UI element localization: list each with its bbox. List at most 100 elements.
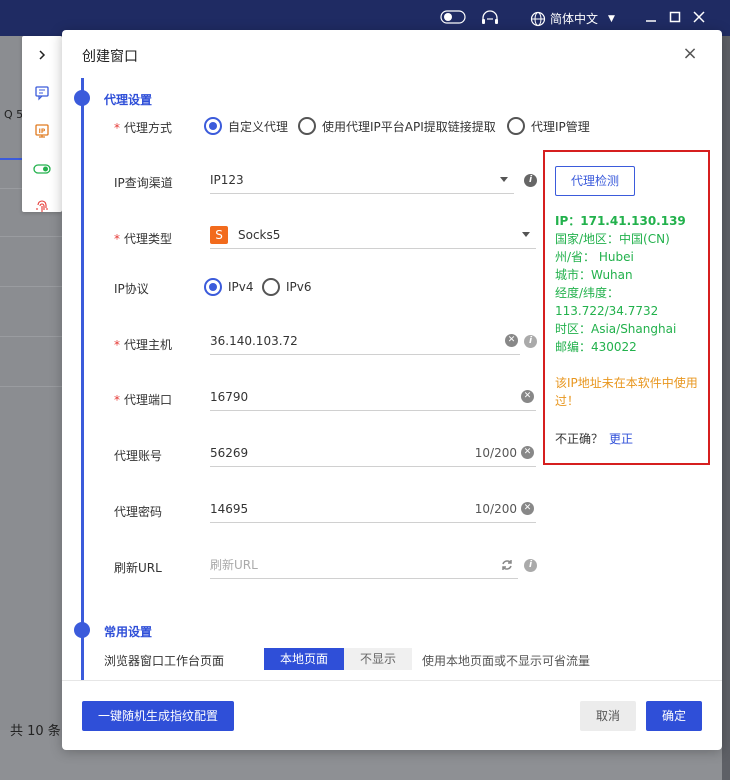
workbench-label: 浏览器窗口工作台页面 — [104, 654, 225, 668]
generate-fingerprint-button[interactable]: 一键随机生成指纹配置 — [82, 701, 234, 731]
fix-prompt: 不正确？ — [555, 432, 604, 446]
proxy-password-label: 代理密码 — [114, 505, 163, 519]
language-selector[interactable]: 简体中文 ▼ — [530, 10, 615, 27]
char-count: 10/200 — [474, 501, 517, 516]
socks-icon: S — [210, 225, 228, 244]
radio-dot — [262, 278, 280, 296]
background-divider — [0, 236, 62, 237]
support-button[interactable] — [480, 10, 500, 28]
proxy-port-input[interactable]: 16790 ✕ — [210, 383, 536, 411]
fix-link[interactable]: 更正 — [609, 432, 633, 446]
ip-tool[interactable]: IP — [22, 112, 62, 150]
ip-icon: IP — [35, 124, 49, 138]
maximize-icon — [669, 11, 681, 23]
section-title-common: 常用设置 — [104, 625, 153, 639]
refresh-url-label: 刷新URL — [114, 561, 162, 575]
proxy-host-label: * 代理主机 — [114, 338, 173, 352]
proxy-mode-label: * 代理方式 — [114, 121, 173, 135]
proxy-password-value: 14695 — [210, 501, 249, 516]
ip-protocol-label: IP协议 — [114, 282, 149, 296]
svg-text:IP: IP — [39, 128, 46, 135]
section-timeline — [81, 78, 84, 680]
detect-result: IP：171.41.130.139 国家/地区：中国(CN) 州/省： Hube… — [555, 212, 705, 356]
proxy-type-label: * 代理类型 — [114, 232, 173, 246]
radio-dot — [204, 117, 222, 135]
minimize-icon — [646, 20, 656, 22]
toggle-icon — [33, 164, 51, 174]
background-divider — [0, 286, 62, 287]
detect-warning: 该IP地址未在本软件中使用过！ — [555, 376, 698, 408]
detect-timezone: 时区：Asia/Shanghai — [555, 322, 677, 336]
modal-body: 代理设置 * 代理方式 自定义代理 使用代理IP平台API提取链接提取 代理IP管… — [62, 78, 722, 680]
radio-ipv6[interactable]: IPv6 — [262, 278, 312, 296]
radio-custom-proxy[interactable]: 自定义代理 — [204, 117, 288, 135]
detect-latlng-value: 113.722/34.7732 — [555, 304, 659, 318]
workbench-segmented: 本地页面 不显示 — [264, 648, 413, 670]
create-window-modal: 创建窗口 × 代理设置 * 代理方式 自定义代理 使用代理IP平台API提取链接提… — [62, 30, 722, 750]
modal-footer: 一键随机生成指纹配置 取消 确定 — [62, 680, 722, 750]
detect-latlng-label: 经度/纬度： — [555, 286, 620, 300]
comment-tool[interactable] — [22, 74, 62, 112]
collapse-button[interactable] — [22, 36, 62, 74]
proxy-detect-button[interactable]: 代理检测 — [555, 166, 635, 196]
proxy-host-input[interactable]: 36.140.103.72 ✕ — [210, 327, 520, 355]
window-close-button[interactable] — [692, 11, 706, 25]
ip-channel-label: IP查询渠道 — [114, 176, 173, 190]
toggle-tool[interactable] — [22, 150, 62, 188]
detect-postcode: 邮编：430022 — [555, 340, 637, 354]
timeline-dot — [74, 90, 90, 106]
background-total: 共 10 条 — [10, 724, 61, 739]
proxy-port-label: * 代理端口 — [114, 393, 173, 407]
proxy-type-select[interactable]: S Socks5 — [210, 221, 536, 249]
close-button[interactable]: × — [680, 44, 700, 64]
seg-hide[interactable]: 不显示 — [344, 648, 413, 670]
comment-icon — [35, 86, 49, 101]
maximize-button[interactable] — [668, 11, 682, 25]
headset-icon — [482, 10, 498, 24]
radio-label: 自定义代理 — [228, 119, 289, 134]
char-count: 10/200 — [474, 445, 517, 460]
clear-icon[interactable]: ✕ — [521, 502, 534, 515]
theme-toggle[interactable] — [440, 10, 466, 24]
workbench-hint: 使用本地页面或不显示可省流量 — [422, 654, 591, 668]
clear-icon[interactable]: ✕ — [521, 446, 534, 459]
radio-ipv4[interactable]: IPv4 — [204, 278, 254, 296]
proxy-port-value: 16790 — [210, 389, 249, 404]
refresh-url-placeholder: 刷新URL — [210, 558, 258, 572]
proxy-account-input[interactable]: 56269 10/200 ✕ — [210, 439, 536, 467]
background-divider — [0, 336, 62, 337]
radio-label: 代理IP管理 — [531, 119, 590, 134]
cancel-button[interactable]: 取消 — [580, 701, 636, 731]
info-icon[interactable]: i — [524, 174, 537, 187]
close-icon: × — [682, 43, 698, 64]
confirm-button[interactable]: 确定 — [646, 701, 702, 731]
detect-country: 国家/地区：中国(CN) — [555, 232, 670, 246]
radio-label: 使用代理IP平台API提取链接提取 — [322, 119, 496, 134]
radio-api-extract[interactable]: 使用代理IP平台API提取链接提取 — [298, 117, 496, 135]
theme-toggle-icon — [440, 10, 466, 24]
radio-dot — [298, 117, 316, 135]
proxy-password-input[interactable]: 14695 10/200 ✕ — [210, 495, 536, 523]
seg-local-page[interactable]: 本地页面 — [264, 648, 345, 670]
proxy-type-value: Socks5 — [238, 227, 281, 242]
radio-proxy-ip-manage[interactable]: 代理IP管理 — [507, 117, 590, 135]
background-scrollbar — [722, 36, 730, 780]
clear-icon[interactable]: ✕ — [521, 390, 534, 403]
refresh-url-input[interactable]: 刷新URL — [210, 551, 518, 579]
modal-title: 创建窗口 — [82, 49, 138, 65]
info-icon[interactable]: i — [524, 335, 537, 348]
section-title-proxy: 代理设置 — [104, 93, 153, 107]
info-icon[interactable]: i — [524, 559, 537, 572]
radio-dot — [204, 278, 222, 296]
side-toolbar: IP — [22, 36, 62, 212]
language-label: 简体中文 — [550, 12, 599, 26]
proxy-host-value: 36.140.103.72 — [210, 333, 298, 348]
fingerprint-tool[interactable] — [22, 188, 62, 226]
window-close-icon — [693, 11, 705, 23]
proxy-account-label: 代理账号 — [114, 449, 163, 463]
detect-city: 城市：Wuhan — [555, 268, 633, 282]
clear-icon[interactable]: ✕ — [505, 334, 518, 347]
ip-channel-select[interactable]: IP123 — [210, 166, 514, 194]
minimize-button[interactable] — [644, 11, 658, 25]
refresh-icon[interactable] — [500, 558, 514, 572]
